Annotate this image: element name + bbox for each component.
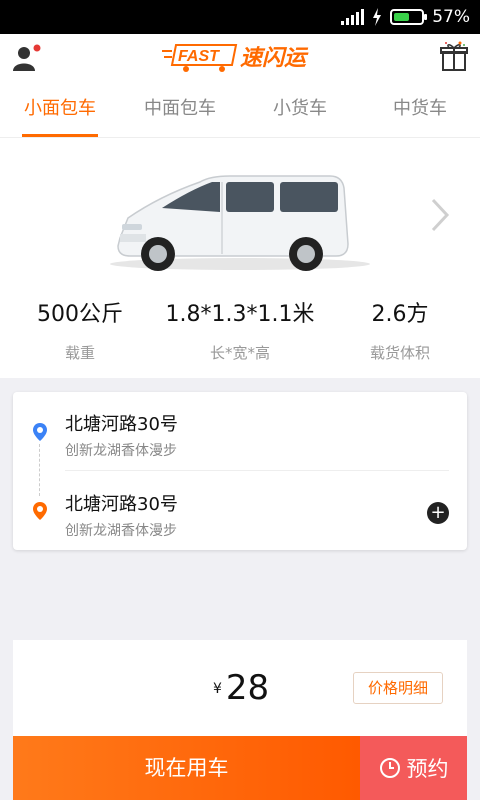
vehicle-type-tabs: 小面包车 中面包车 小货车 中货车 <box>0 82 480 138</box>
address-subtitle: 创新龙湖香体漫步 <box>65 523 177 539</box>
van-image <box>110 175 370 271</box>
spec-label: 载货体积 <box>369 344 430 362</box>
spec-value: 500公斤 <box>37 302 123 327</box>
start-address[interactable]: 北塘河路30号 创新龙湖香体漫步 <box>13 392 467 468</box>
spec-dimensions: 1.8*1.3*1.1米 长*宽*高 <box>160 296 320 363</box>
spec-value: 2.6方 <box>371 302 429 327</box>
reserve-label: 预约 <box>406 757 449 781</box>
charging-bolt-icon <box>373 8 382 26</box>
add-stop-icon[interactable]: + <box>427 502 449 524</box>
action-bar: 现在用车 预约 <box>13 736 467 800</box>
reserve-button[interactable]: 预约 <box>360 736 467 800</box>
address-divider <box>65 470 449 471</box>
price-card: ¥28 价格明细 <box>13 640 467 736</box>
spec-label: 长*宽*高 <box>209 344 270 362</box>
price-amount: 28 <box>225 668 270 708</box>
tab-small-van[interactable]: 小面包车 <box>0 82 120 137</box>
spec-label: 载重 <box>64 344 95 362</box>
currency-symbol: ¥ <box>213 681 222 697</box>
start-location-pin-icon <box>33 423 47 441</box>
clock-icon <box>379 758 400 778</box>
price-display: ¥28 <box>213 668 269 708</box>
address-title: 北塘河路30号 <box>65 414 178 435</box>
vehicle-specs: 500公斤 载重 1.8*1.3*1.1米 长*宽*高 2.6方 载货体积 <box>0 296 480 363</box>
brand-logo: FAST 速闪运 <box>162 44 309 72</box>
address-card: 北塘河路30号 创新龙湖香体漫步 北塘河路30号 创新龙湖香体漫步 + <box>13 392 467 550</box>
signal-icon <box>341 9 365 25</box>
brand-name-text: 速闪运 <box>240 46 309 71</box>
user-profile-icon[interactable] <box>12 42 42 72</box>
tab-medium-van[interactable]: 中面包车 <box>120 82 240 137</box>
price-detail-button[interactable]: 价格明细 <box>352 672 443 704</box>
battery-icon <box>390 9 428 25</box>
spec-volume: 2.6方 载货体积 <box>320 296 480 363</box>
spec-value: 1.8*1.3*1.1米 <box>165 302 315 327</box>
tab-small-truck[interactable]: 小货车 <box>240 82 360 137</box>
address-subtitle: 创新龙湖香体漫步 <box>65 443 177 459</box>
battery-percent: 57% <box>432 7 470 27</box>
end-location-pin-icon <box>33 502 47 520</box>
spec-load: 500公斤 载重 <box>0 296 160 363</box>
end-address[interactable]: 北塘河路30号 创新龙湖香体漫步 + <box>13 472 467 548</box>
app-header: FAST 速闪运 <box>0 34 480 82</box>
address-title: 北塘河路30号 <box>65 494 178 515</box>
brand-fast-text: FAST <box>178 48 220 65</box>
status-bar: 57% <box>0 0 480 34</box>
chevron-right-icon[interactable] <box>430 198 450 232</box>
vehicle-panel: 500公斤 载重 1.8*1.3*1.1米 长*宽*高 2.6方 载货体积 <box>0 138 480 378</box>
use-now-button[interactable]: 现在用车 <box>13 736 360 800</box>
tab-medium-truck[interactable]: 中货车 <box>360 82 480 137</box>
gift-icon[interactable] <box>440 40 468 72</box>
